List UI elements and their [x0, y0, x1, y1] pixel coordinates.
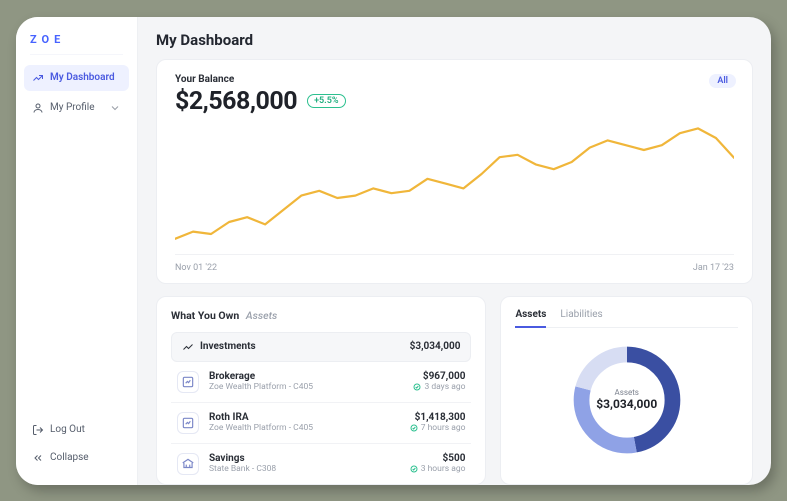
account-right: $1,418,3007 hours ago [410, 412, 466, 433]
own-subtitle: Assets [246, 309, 277, 322]
balance-chart [175, 126, 734, 246]
page-title: My Dashboard [156, 31, 753, 49]
retirement-icon [177, 412, 199, 434]
collapse-icon [32, 452, 44, 464]
donut-center-label: Assets [596, 388, 657, 397]
account-row[interactable]: Roth IRAZoe Wealth Platform - C405 $1,418… [171, 403, 471, 444]
main-area: My Dashboard Your Balance $2,568,000 +5.… [138, 17, 771, 485]
account-info: SavingsState Bank - C308 [209, 453, 276, 474]
sidebar-bottom: Log Out Collapse [16, 417, 137, 475]
balance-amount: $2,568,000 [175, 87, 297, 116]
chevron-down-icon [109, 102, 121, 114]
sidebar-item-profile[interactable]: My Profile [24, 95, 129, 121]
collapse-label: Collapse [50, 452, 89, 463]
user-icon [32, 102, 44, 114]
account-updated: 3 hours ago [410, 464, 466, 474]
check-circle-icon [410, 424, 418, 432]
sidebar: ZOE My Dashboard My Profile Log Out Coll… [16, 17, 138, 485]
account-name: Savings [209, 453, 276, 464]
lower-row: What You Own Assets Investments $3,034,0… [156, 296, 753, 485]
logout-icon [32, 424, 44, 436]
account-name: Roth IRA [209, 412, 313, 423]
donut-center: Assets $3,034,000 [596, 388, 657, 411]
balance-label: Your Balance [175, 74, 734, 85]
account-provider: Zoe Wealth Platform - C405 [209, 382, 313, 392]
assets-summary-card: Assets Liabilities Assets $3,034,000 [500, 296, 753, 485]
summary-tabs: Assets Liabilities [515, 309, 738, 328]
account-value: $500 [410, 453, 466, 464]
balance-card: Your Balance $2,568,000 +5.5% All Nov 01… [156, 59, 753, 284]
account-row[interactable]: SavingsState Bank - C308 $5003 hours ago [171, 444, 471, 484]
account-name: Brokerage [209, 371, 313, 382]
brokerage-icon [177, 371, 199, 393]
sidebar-item-label: My Dashboard [50, 72, 115, 83]
own-title-text: What You Own [171, 309, 239, 322]
timeframe-filter-pill[interactable]: All [709, 74, 736, 88]
app-window: ZOE My Dashboard My Profile Log Out Coll… [16, 17, 771, 485]
account-value: $967,000 [413, 371, 465, 382]
donut-wrap: Assets $3,034,000 [515, 328, 738, 472]
bank-icon [177, 453, 199, 475]
group-total: $3,034,000 [410, 341, 461, 352]
chart-line-icon [182, 341, 194, 353]
balance-axis: Nov 01 '22 Jan 17 '23 [175, 254, 734, 273]
account-updated: 3 days ago [413, 382, 465, 392]
balance-delta-pill: +5.5% [307, 94, 345, 108]
check-circle-icon [410, 465, 418, 473]
logout-label: Log Out [50, 424, 85, 435]
sidebar-item-dashboard[interactable]: My Dashboard [24, 65, 129, 91]
donut-center-value: $3,034,000 [596, 397, 657, 411]
logout-button[interactable]: Log Out [24, 417, 129, 443]
sidebar-item-label: My Profile [50, 102, 95, 113]
tab-liabilities[interactable]: Liabilities [560, 309, 602, 327]
account-updated: 7 hours ago [410, 423, 466, 433]
investments-group-row[interactable]: Investments $3,034,000 [171, 332, 471, 362]
chart-line-icon [32, 72, 44, 84]
account-value: $1,418,300 [410, 412, 466, 423]
axis-end-label: Jan 17 '23 [693, 263, 734, 273]
account-right: $5003 hours ago [410, 453, 466, 474]
check-circle-icon [413, 383, 421, 391]
account-info: Roth IRAZoe Wealth Platform - C405 [209, 412, 313, 433]
tab-assets[interactable]: Assets [515, 309, 546, 328]
account-right: $967,0003 days ago [413, 371, 465, 392]
accounts-list: BrokerageZoe Wealth Platform - C405$967,… [171, 362, 471, 484]
collapse-button[interactable]: Collapse [24, 445, 129, 471]
account-row[interactable]: BrokerageZoe Wealth Platform - C405 $967,… [171, 362, 471, 403]
what-you-own-card: What You Own Assets Investments $3,034,0… [156, 296, 486, 485]
own-title: What You Own Assets [171, 309, 471, 322]
axis-start-label: Nov 01 '22 [175, 263, 217, 273]
account-provider: State Bank - C308 [209, 464, 276, 474]
divider [30, 54, 123, 55]
brand-logo: ZOE [16, 31, 137, 52]
account-provider: Zoe Wealth Platform - C405 [209, 423, 313, 433]
balance-row: $2,568,000 +5.5% [175, 87, 734, 116]
sidebar-nav: My Dashboard My Profile [16, 65, 137, 121]
group-label: Investments [200, 341, 256, 352]
account-info: BrokerageZoe Wealth Platform - C405 [209, 371, 313, 392]
balance-chart-svg [175, 126, 734, 246]
